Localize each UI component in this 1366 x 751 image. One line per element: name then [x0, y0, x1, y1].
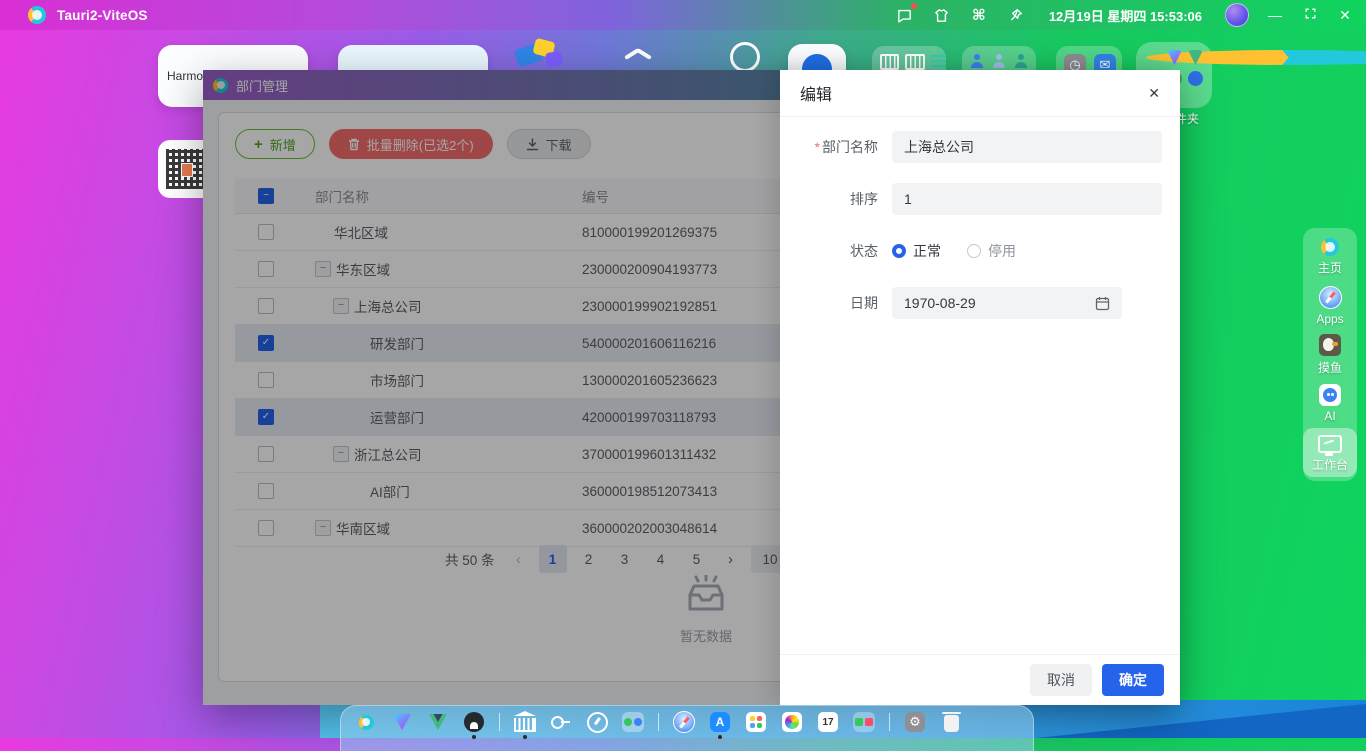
- dock-stickies-icon[interactable]: [745, 711, 767, 733]
- required-asterisk: *: [815, 139, 820, 155]
- notification-badge: [911, 3, 917, 9]
- clock-datetime[interactable]: 12月19日 星期四 15:53:06: [1049, 6, 1202, 25]
- sort-input[interactable]: 1: [892, 183, 1162, 215]
- sidedock-apps[interactable]: Apps: [1303, 281, 1357, 330]
- calendar-icon: [1095, 296, 1110, 311]
- status-radio-group: 正常 停用: [892, 241, 1042, 261]
- circle-app-icon[interactable]: [730, 42, 760, 72]
- close-button[interactable]: ✕: [1336, 7, 1354, 24]
- date-label: 日期: [798, 293, 878, 313]
- home-tauri-icon: [1321, 238, 1339, 256]
- chevron-up-icon[interactable]: [624, 48, 652, 62]
- dept-name-label: *部门名称: [798, 137, 878, 157]
- folder-mini-app-icon: [1188, 71, 1203, 86]
- monitor-icon: [1318, 435, 1342, 453]
- dock-tauri-icon[interactable]: [355, 711, 377, 733]
- radio-selected-icon: [892, 244, 906, 258]
- dock-settings-icon[interactable]: ⚙: [904, 711, 926, 733]
- duck-icon: [1319, 334, 1341, 356]
- radio-unselected-icon: [967, 244, 981, 258]
- status-radio-disabled[interactable]: 停用: [967, 241, 1016, 261]
- dock-photos-icon[interactable]: [781, 711, 803, 733]
- list-app-icon: [931, 54, 946, 67]
- minimize-button[interactable]: —: [1266, 7, 1284, 23]
- sidedock-moyu[interactable]: 摸鱼: [1303, 330, 1357, 379]
- dock-calendar-icon[interactable]: 17: [817, 711, 839, 733]
- status-radio-normal[interactable]: 正常: [892, 241, 941, 261]
- dock-appstore-icon[interactable]: A: [709, 711, 731, 733]
- bottom-dock: A 17 ⚙: [340, 705, 1034, 751]
- dock-bank-app-icon[interactable]: [514, 711, 536, 733]
- table-app-icon: [880, 54, 899, 70]
- dock-vue-icon[interactable]: [427, 711, 449, 733]
- dock-gauge-app-icon[interactable]: [586, 711, 608, 733]
- drawer-header: 编辑 ✕: [780, 70, 1180, 117]
- dock-divider: [889, 713, 890, 731]
- dock-divider: [499, 713, 500, 731]
- org-app-icon: [1014, 54, 1028, 68]
- dept-name-input[interactable]: 上海总公司: [892, 131, 1162, 163]
- edit-form: *部门名称 上海总公司 排序 1 状态 正常 停用 日期 1970: [780, 117, 1180, 319]
- theme-skin-icon[interactable]: [932, 5, 952, 25]
- command-icon[interactable]: ⌘: [969, 5, 989, 25]
- ai-robot-icon: [1319, 384, 1341, 406]
- system-title: Tauri2-ViteOS: [57, 8, 148, 23]
- dock-github-icon[interactable]: [463, 711, 485, 733]
- sidedock-ai[interactable]: AI: [1303, 379, 1357, 428]
- table-app-icon: [905, 54, 924, 70]
- dock-safari-icon[interactable]: [673, 711, 695, 733]
- dock-chat-app-icon[interactable]: [622, 711, 644, 733]
- sidedock-home[interactable]: 主页: [1303, 232, 1357, 281]
- status-label: 状态: [798, 241, 878, 261]
- side-dock: 主页 Apps 摸鱼 AI 工作台: [1303, 228, 1357, 481]
- pin-icon[interactable]: [1006, 5, 1026, 25]
- drawer-title: 编辑: [800, 81, 832, 105]
- qr-code-icon: [166, 149, 206, 189]
- dock-key-app-icon[interactable]: [550, 711, 572, 733]
- user-avatar[interactable]: [1225, 3, 1249, 27]
- compass-icon: [1319, 286, 1342, 309]
- sort-label: 排序: [798, 189, 878, 209]
- notifications-icon[interactable]: [895, 5, 915, 25]
- system-bar: Tauri2-ViteOS ⌘ 12月19日 星期四 15:53:06 — ✕: [0, 0, 1366, 30]
- drawer-close-icon[interactable]: ✕: [1148, 85, 1160, 102]
- date-picker-input[interactable]: 1970-08-29: [892, 287, 1122, 319]
- confirm-button[interactable]: 确定: [1102, 664, 1164, 696]
- user-app-icon: [970, 54, 984, 68]
- cancel-button[interactable]: 取消: [1030, 664, 1092, 696]
- users-app-icon: [992, 54, 1006, 68]
- dock-media-icon[interactable]: [853, 711, 875, 733]
- drawer-footer: 取消 确定: [780, 654, 1180, 705]
- fullscreen-button[interactable]: [1301, 7, 1319, 23]
- edit-drawer: 编辑 ✕ *部门名称 上海总公司 排序 1 状态 正常 停用: [780, 70, 1180, 705]
- tauri-logo-icon[interactable]: [28, 6, 46, 24]
- sidedock-workbench[interactable]: 工作台: [1303, 428, 1357, 477]
- dock-divider: [658, 713, 659, 731]
- dock-vite-icon[interactable]: [391, 711, 413, 733]
- dock-trash-icon[interactable]: [940, 711, 962, 733]
